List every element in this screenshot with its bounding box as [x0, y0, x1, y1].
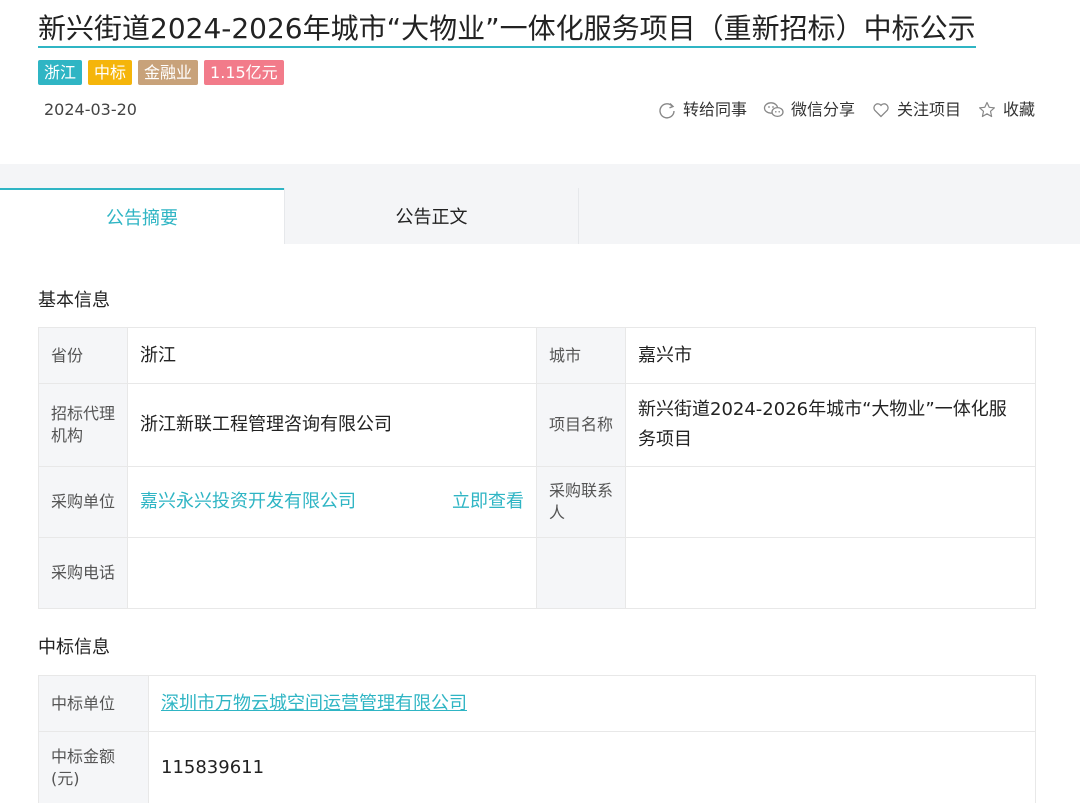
- buyer-link[interactable]: 嘉兴永兴投资开发有限公司: [140, 491, 356, 512]
- favorite-button[interactable]: 收藏: [977, 98, 1035, 122]
- winner-cell: 深圳市万物云城空间运营管理有限公司: [148, 675, 1036, 732]
- publish-date: 2024-03-20: [44, 100, 137, 119]
- amount-label: 中标金额(元): [38, 731, 149, 803]
- project-name-label: 项目名称: [536, 383, 626, 467]
- wechat-share-label: 微信分享: [790, 100, 855, 119]
- table-row: 招标代理机构 浙江新联工程管理咨询有限公司 项目名称 新兴街道2024-2026…: [38, 383, 1036, 467]
- buyer-contact-value: [625, 466, 1036, 538]
- buyer-contact-label: 采购联系人: [536, 466, 626, 538]
- table-row: 采购单位 立即查看 嘉兴永兴投资开发有限公司 采购联系人: [38, 466, 1036, 538]
- province-value: 浙江: [127, 327, 537, 384]
- forward-to-colleague-button[interactable]: 转给同事: [657, 98, 747, 122]
- award-info-heading: 中标信息: [38, 637, 110, 658]
- wechat-share-button[interactable]: 微信分享: [763, 98, 855, 122]
- tab-bar-filler: [579, 188, 1080, 244]
- amount-value: 115839611: [148, 731, 1036, 803]
- page-title-text: 新兴街道2024-2026年城市“大物业”一体化服务项目（重新招标）中标公示: [38, 12, 976, 48]
- empty-label-cell: [536, 537, 626, 609]
- winner-label: 中标单位: [38, 675, 149, 732]
- winner-link[interactable]: 深圳市万物云城空间运营管理有限公司: [161, 693, 467, 714]
- page-title: 新兴街道2024-2026年城市“大物业”一体化服务项目（重新招标）中标公示: [38, 10, 976, 48]
- basic-info-table: 省份 浙江 城市 嘉兴市 招标代理机构 浙江新联工程管理咨询有限公司 项目名称 …: [38, 327, 1036, 609]
- basic-info-heading: 基本信息: [38, 290, 110, 311]
- table-row: 采购电话: [38, 537, 1036, 609]
- project-name-value: 新兴街道2024-2026年城市“大物业”一体化服务项目: [625, 383, 1036, 467]
- buyer-label: 采购单位: [38, 466, 128, 538]
- tab-full-text[interactable]: 公告正文: [284, 188, 579, 244]
- tag-province: 浙江: [38, 60, 83, 85]
- share-circle-icon: [657, 100, 677, 120]
- agency-value: 浙江新联工程管理咨询有限公司: [127, 383, 537, 467]
- buyer-cell: 立即查看 嘉兴永兴投资开发有限公司: [127, 466, 537, 538]
- heart-icon: [871, 100, 891, 120]
- award-info-table: 中标单位 深圳市万物云城空间运营管理有限公司 中标金额(元) 115839611: [38, 675, 1036, 803]
- wechat-icon: [763, 100, 785, 120]
- tag-amount: 1.15亿元: [204, 60, 284, 85]
- action-bar: 转给同事 微信分享 关注项目 收藏: [657, 98, 1035, 122]
- tag-industry: 金融业: [138, 60, 199, 85]
- province-label: 省份: [38, 327, 128, 384]
- follow-project-button[interactable]: 关注项目: [871, 98, 961, 122]
- table-row: 中标金额(元) 115839611: [38, 731, 1036, 803]
- tab-summary[interactable]: 公告摘要: [0, 188, 284, 244]
- follow-project-label: 关注项目: [896, 100, 961, 119]
- section-divider: [0, 164, 1080, 188]
- favorite-label: 收藏: [1002, 100, 1035, 119]
- agency-label: 招标代理机构: [38, 383, 128, 467]
- tag-list: 浙江 中标 金融业 1.15亿元: [38, 60, 284, 85]
- buyer-phone-value: [127, 537, 537, 609]
- view-now-link[interactable]: 立即查看: [452, 487, 524, 517]
- table-row: 中标单位 深圳市万物云城空间运营管理有限公司: [38, 675, 1036, 732]
- forward-to-colleague-label: 转给同事: [682, 100, 747, 119]
- table-row: 省份 浙江 城市 嘉兴市: [38, 327, 1036, 384]
- buyer-phone-label: 采购电话: [38, 537, 128, 609]
- star-icon: [977, 100, 997, 120]
- city-value: 嘉兴市: [625, 327, 1036, 384]
- tag-status: 中标: [88, 60, 133, 85]
- city-label: 城市: [536, 327, 626, 384]
- empty-value-cell: [625, 537, 1036, 609]
- tab-bar: 公告摘要 公告正文: [0, 188, 1080, 244]
